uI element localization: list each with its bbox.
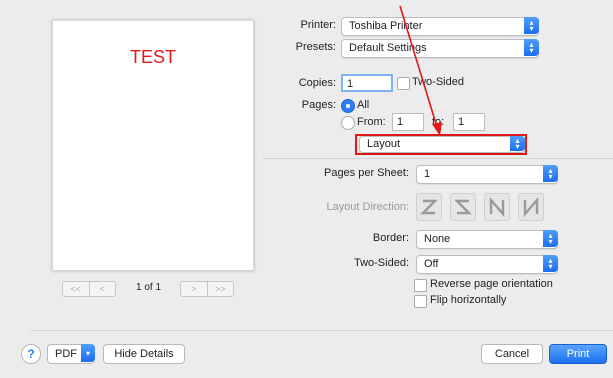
border-label: Border:	[372, 232, 409, 244]
flip-horizontally-label: Flip horizontally	[430, 294, 507, 306]
layout-two-sided-label: Two-Sided:	[353, 257, 409, 269]
section-divider	[263, 158, 613, 159]
pages-per-sheet-popup[interactable]: 1 ▴ ▾	[416, 165, 558, 184]
reverse-orientation-label: Reverse page orientation	[430, 278, 553, 290]
layout-direction-n-icon[interactable]	[484, 193, 510, 221]
chevron-updown-icon: ▴ ▾	[543, 165, 558, 182]
chevron-updown-icon: ▴ ▾	[543, 230, 558, 247]
pdf-label: PDF	[55, 348, 77, 360]
pdf-menu-button[interactable]: PDF ▾	[47, 344, 95, 364]
border-value: None	[424, 233, 451, 245]
cancel-button[interactable]: Cancel	[481, 344, 543, 364]
chevron-updown-icon: ▴ ▾	[543, 255, 558, 272]
layout-two-sided-value: Off	[424, 258, 439, 270]
hide-details-button[interactable]: Hide Details	[103, 344, 185, 364]
pages-per-sheet-value: 1	[424, 168, 431, 180]
pages-per-sheet-label: Pages per Sheet:	[323, 167, 409, 179]
layout-direction-reverse-z-icon[interactable]	[450, 193, 476, 221]
flip-horizontally-checkbox[interactable]	[414, 295, 427, 308]
layout-direction-z-icon[interactable]	[416, 193, 442, 221]
help-button[interactable]: ?	[21, 344, 41, 364]
reverse-orientation-checkbox[interactable]	[414, 279, 427, 292]
layout-direction-reverse-n-icon[interactable]	[518, 193, 544, 221]
border-popup[interactable]: None ▴ ▾	[416, 230, 558, 249]
footer-divider	[30, 330, 613, 331]
annotation-arrow-icon	[399, 5, 442, 136]
chevron-down-icon: ▾	[81, 344, 95, 362]
print-button[interactable]: Print	[549, 344, 607, 364]
layout-two-sided-popup[interactable]: Off ▴ ▾	[416, 255, 558, 274]
layout-direction-label: Layout Direction:	[326, 201, 409, 213]
